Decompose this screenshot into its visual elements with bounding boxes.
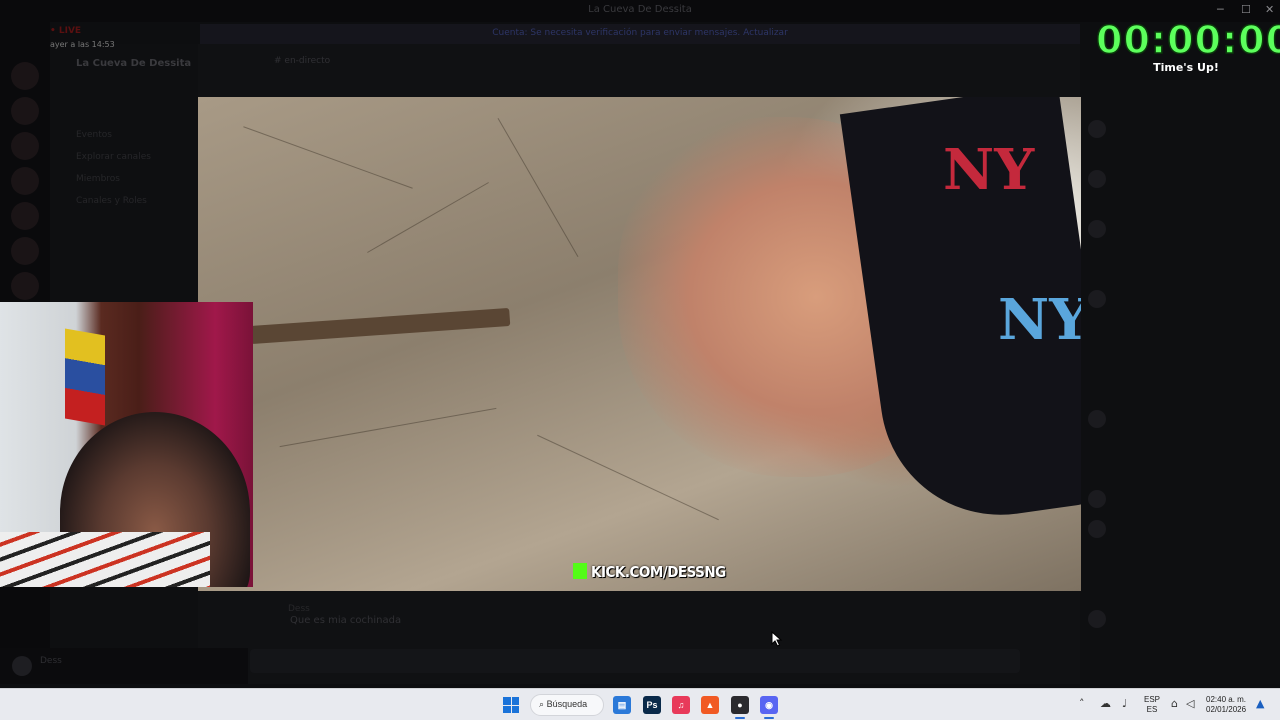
microphone-icon[interactable]: ♩ xyxy=(1122,697,1127,710)
server-icon[interactable] xyxy=(11,62,39,90)
minimize-button[interactable]: ─ xyxy=(1217,3,1224,16)
obs-icon[interactable]: ● xyxy=(731,696,749,714)
window-title: La Cueva De Dessita xyxy=(588,4,692,15)
message-text: Que es mia cochinada xyxy=(290,615,402,626)
cloud-icon[interactable]: ☁ xyxy=(1100,697,1111,710)
countdown-timer: 00:00:00 xyxy=(1095,17,1280,63)
avatar[interactable] xyxy=(1088,490,1106,508)
cap-logo: NY xyxy=(998,287,1081,353)
clock-time: 02:40 a. m. xyxy=(1206,695,1247,704)
flag xyxy=(65,328,105,426)
channel-header: # en-directo xyxy=(274,56,331,66)
search-icon: ⌕ xyxy=(539,699,545,709)
photoshop-icon[interactable]: Ps xyxy=(643,696,661,714)
avatar[interactable] xyxy=(1088,410,1106,428)
guild-name[interactable]: La Cueva De Dessita xyxy=(76,58,191,69)
kick-logo-icon xyxy=(573,563,587,579)
webcam-overlay xyxy=(0,302,253,587)
sand-texture xyxy=(279,407,497,448)
avatar[interactable] xyxy=(1088,520,1106,538)
timer-status: Time's Up! xyxy=(1153,61,1219,74)
server-icon[interactable] xyxy=(11,237,39,265)
active-indicator xyxy=(764,717,774,719)
message-author[interactable]: Dess xyxy=(288,604,310,614)
streamer-shirt xyxy=(0,532,210,587)
server-icon[interactable] xyxy=(11,272,39,300)
watermark-text: KICK.COM/DESSNG xyxy=(591,563,726,581)
user-name[interactable]: Dess xyxy=(40,656,62,666)
server-icon[interactable] xyxy=(11,132,39,160)
language-indicator[interactable]: ESP ES xyxy=(1144,695,1160,715)
keyboard-layout: ES xyxy=(1146,705,1158,714)
server-icon[interactable] xyxy=(11,97,39,125)
member-list xyxy=(1080,80,1280,684)
message-input[interactable] xyxy=(250,649,1020,673)
video-player[interactable]: NY NY KICK.COM/DESSNG xyxy=(198,97,1081,591)
avatar[interactable] xyxy=(1088,290,1106,308)
sand-texture xyxy=(537,434,719,521)
search-box[interactable]: ⌕ Búsqueda xyxy=(530,694,604,716)
title-bar: La Cueva De Dessita ─ ☐ ✕ xyxy=(0,0,1280,22)
channel-item[interactable]: Canales y Roles xyxy=(76,196,147,206)
file-explorer-icon[interactable]: ▤ xyxy=(613,696,631,714)
active-indicator xyxy=(735,717,745,719)
discord-icon[interactable]: ◉ xyxy=(760,696,778,714)
stick xyxy=(249,307,511,345)
sand-texture xyxy=(367,182,489,253)
channel-item[interactable]: Miembros xyxy=(76,174,120,184)
server-icon[interactable] xyxy=(11,167,39,195)
search-label: Búsqueda xyxy=(546,699,588,709)
clock[interactable]: 02:40 a. m. 02/01/2026 xyxy=(1206,695,1246,715)
taskbar: ⌕ Búsqueda ▤ Ps ♫ ▲ ● ◉ ˄ ☁ ♩ ESP ES ⌂ ◁… xyxy=(0,688,1280,720)
itunes-icon[interactable]: ♫ xyxy=(672,696,690,714)
start-button[interactable] xyxy=(503,697,519,713)
avatar[interactable] xyxy=(12,656,32,676)
channel-item[interactable]: Explorar canales xyxy=(76,152,151,162)
brave-icon[interactable]: ▲ xyxy=(701,696,719,714)
live-timestamp: ayer a las 14:53 xyxy=(50,40,115,49)
avatar[interactable] xyxy=(1088,120,1106,138)
kick-watermark: KICK.COM/DESSNG xyxy=(573,563,726,581)
live-badge: • LIVE xyxy=(50,26,82,36)
avatar[interactable] xyxy=(1088,610,1106,628)
channel-item[interactable]: Eventos xyxy=(76,130,112,140)
sand-texture xyxy=(497,117,579,258)
maximize-button[interactable]: ☐ xyxy=(1241,3,1251,16)
user-panel: Dess xyxy=(0,648,248,684)
notice-banner: Cuenta: Se necesita verificación para en… xyxy=(200,24,1080,44)
clock-date: 02/01/2026 xyxy=(1206,705,1247,714)
avatar[interactable] xyxy=(1088,220,1106,238)
avatar[interactable] xyxy=(1088,170,1106,188)
chevron-up-icon[interactable]: ˄ xyxy=(1079,697,1085,710)
screen: La Cueva De Dessita ─ ☐ ✕ Cuenta: Se nec… xyxy=(0,0,1280,720)
server-icon[interactable] xyxy=(11,202,39,230)
mouse-cursor-icon xyxy=(771,631,783,647)
cap-logo: NY xyxy=(943,137,1035,203)
language-code: ESP xyxy=(1144,695,1161,704)
notification-bell-icon[interactable]: ▲ xyxy=(1256,697,1264,710)
volume-icon[interactable]: ◁ xyxy=(1186,697,1194,710)
network-icon[interactable]: ⌂ xyxy=(1171,697,1178,710)
close-button[interactable]: ✕ xyxy=(1265,3,1274,16)
sand-texture xyxy=(243,126,413,189)
